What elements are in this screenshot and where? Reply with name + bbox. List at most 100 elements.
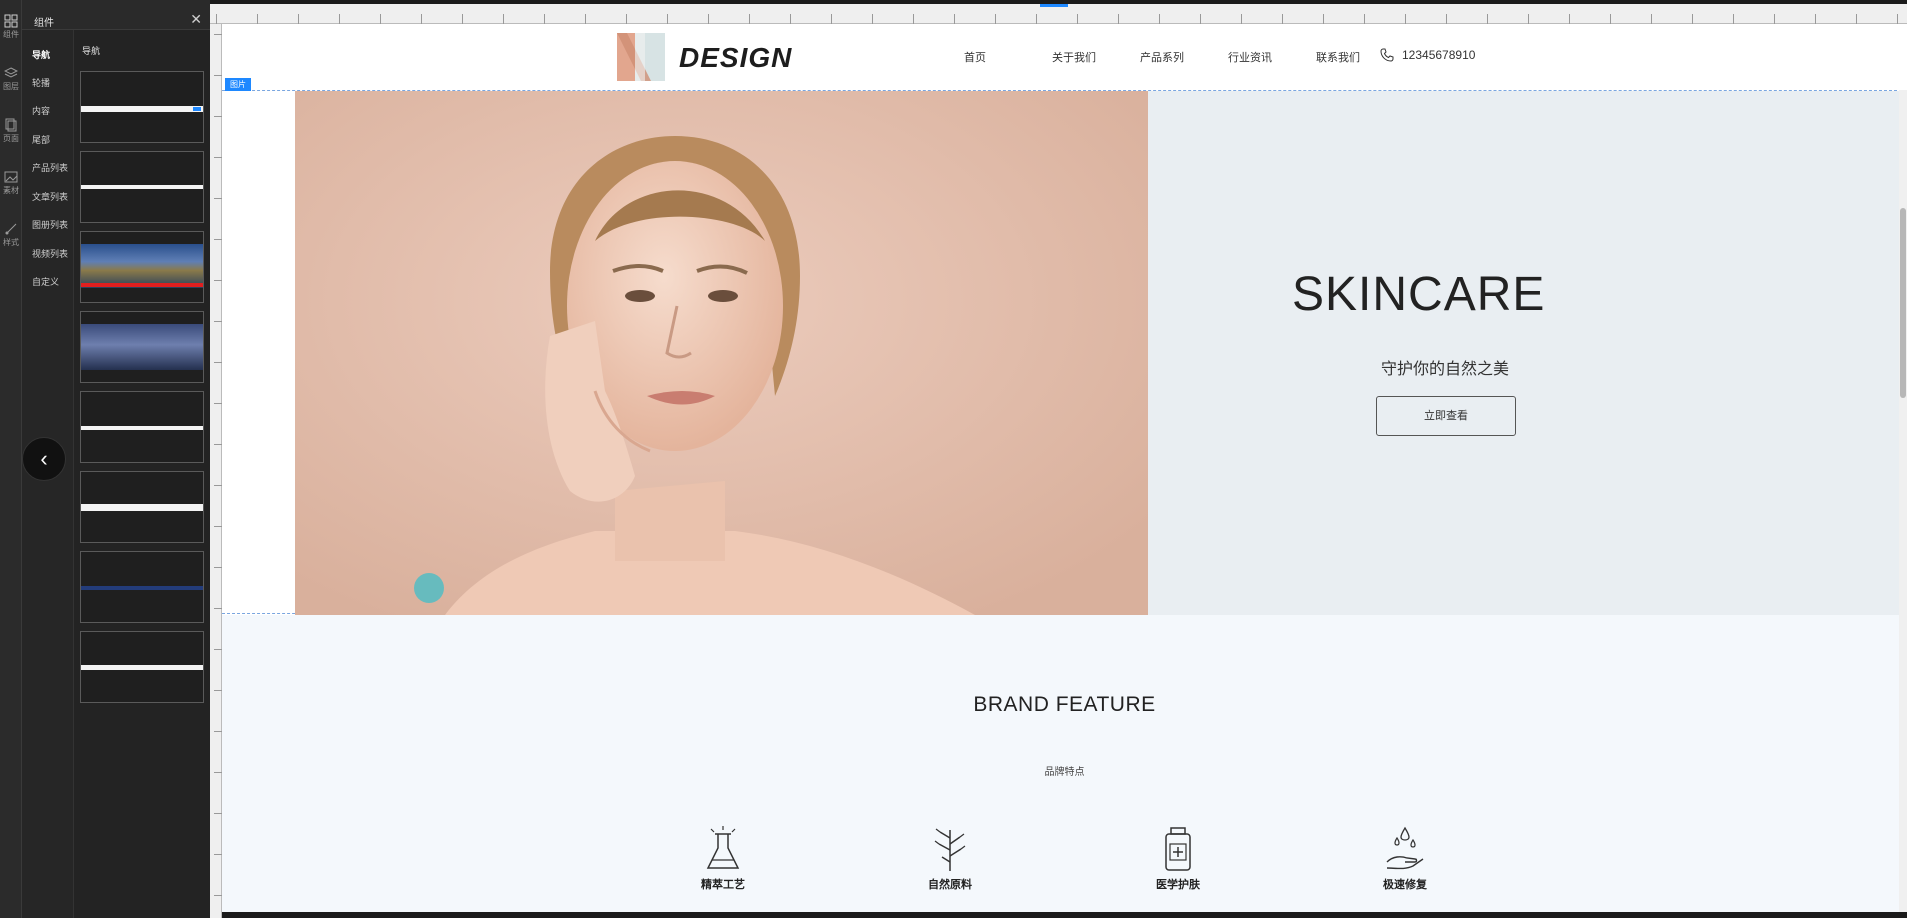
thumbnail-nav-3[interactable] [80, 231, 204, 303]
category-carousel[interactable]: 轮播 [32, 76, 50, 89]
ruler-tick [1364, 14, 1365, 24]
ruler-tick [214, 116, 222, 117]
thumbnail-nav-4[interactable] [80, 311, 204, 383]
medicine-bottle-icon [1165, 827, 1191, 871]
rail-label: 样式 [3, 238, 19, 247]
rail-label: 素材 [3, 186, 19, 195]
thumbnail-nav-6[interactable] [80, 471, 204, 543]
hero-model-illustration [295, 91, 1148, 615]
canvas-scrollbar[interactable] [1899, 90, 1907, 912]
ruler-tick [216, 14, 217, 24]
canvas-scrollbar-thumb[interactable] [1900, 208, 1906, 398]
ruler-tick [708, 14, 709, 24]
brand-title[interactable]: BRAND FEATURE [222, 693, 1907, 717]
ruler-tick [995, 14, 996, 24]
feature-item[interactable]: 自然原料 [905, 826, 995, 892]
brand-subtitle[interactable]: 品牌特点 [222, 763, 1907, 778]
category-custom[interactable]: 自定义 [32, 275, 59, 288]
icon-rail: 组件 图层 页面 素材 样式 [0, 0, 22, 918]
ruler-tick [214, 198, 222, 199]
feature-label: 精萃工艺 [701, 879, 745, 891]
logo-mark-icon [617, 33, 665, 81]
ruler-tick [1774, 14, 1775, 24]
ruler-tick [214, 280, 222, 281]
category-content[interactable]: 内容 [32, 104, 50, 117]
ruler-tick [214, 608, 222, 609]
flask-icon [706, 826, 740, 869]
hero-section[interactable]: SKINCARE 守护你的自然之美 立即查看 [222, 90, 1907, 615]
category-footer[interactable]: 尾部 [32, 133, 50, 146]
image-icon [4, 171, 18, 183]
editor-app: 组件 图层 页面 素材 样式 导航 轮播 内容 尾部 产品列表 文章列表 图册列… [0, 0, 1907, 918]
ruler-tick [1036, 14, 1037, 24]
ruler-tick [214, 75, 222, 76]
feature-item[interactable]: 精萃工艺 [678, 826, 768, 892]
nav-item-products[interactable]: 产品系列 [1140, 49, 1228, 65]
site-logo[interactable]: DESIGN [679, 42, 792, 74]
category-video-list[interactable]: 视频列表 [32, 247, 68, 260]
hero-title[interactable]: SKINCARE [1292, 267, 1545, 322]
thumbnail-nav-8[interactable] [80, 631, 204, 703]
ruler-tick [214, 321, 222, 322]
category-article-list[interactable]: 文章列表 [32, 190, 68, 203]
site-nav: 首页 关于我们 产品系列 行业资讯 联系我们 [964, 49, 1404, 65]
rail-label: 图层 [3, 82, 19, 91]
feature-item[interactable]: 医学护肤 [1133, 826, 1223, 892]
rail-item-styles[interactable]: 样式 [0, 222, 22, 248]
ruler-tick [1692, 14, 1693, 24]
ruler-tick [298, 14, 299, 24]
ruler-tick [544, 14, 545, 24]
ruler-tick [214, 772, 222, 773]
ruler-tick [214, 731, 222, 732]
ruler-tick [380, 14, 381, 24]
nav-item-home[interactable]: 首页 [964, 49, 1052, 65]
ruler-position-marker [1040, 4, 1068, 7]
ruler-tick [503, 14, 504, 24]
ruler-tick [790, 14, 791, 24]
category-nav[interactable]: 导航 [32, 48, 50, 61]
design-canvas[interactable]: DESIGN 首页 关于我们 产品系列 行业资讯 联系我们 1234567891… [222, 24, 1907, 912]
ruler-tick [1159, 14, 1160, 24]
cursor-indicator [414, 573, 444, 603]
rail-item-components[interactable]: 组件 [0, 14, 22, 40]
ruler-tick [1118, 14, 1119, 24]
nav-item-news[interactable]: 行业资讯 [1228, 49, 1316, 65]
rail-label: 页面 [3, 134, 19, 143]
view-now-button[interactable]: 立即查看 [1376, 396, 1516, 436]
brand-feature-section[interactable]: BRAND FEATURE 品牌特点 精萃工艺 自然原料 医学护肤 极速修复 [222, 615, 1907, 912]
thumbnail-nav-2[interactable] [80, 151, 204, 223]
hero-subtitle[interactable]: 守护你的自然之美 [1381, 355, 1509, 379]
feature-label: 极速修复 [1383, 879, 1427, 891]
ruler-tick [214, 239, 222, 240]
site-header[interactable]: DESIGN 首页 关于我们 产品系列 行业资讯 联系我们 1234567891… [222, 24, 1907, 90]
ruler-tick [1651, 14, 1652, 24]
thumbnail-nav-1[interactable] [80, 71, 204, 143]
ruler-tick [872, 14, 873, 24]
ruler-tick [214, 567, 222, 568]
close-icon[interactable]: ✕ [190, 12, 202, 26]
phone-icon [1380, 48, 1394, 62]
phone-contact[interactable]: 12345678910 [1380, 48, 1475, 62]
panel-title: 组件 [34, 18, 54, 29]
collapse-panel-button[interactable]: ‹ [22, 437, 66, 481]
section-badge[interactable]: 图片 [225, 78, 251, 91]
ruler-tick [214, 444, 222, 445]
ruler-tick [214, 34, 222, 35]
category-product-list[interactable]: 产品列表 [32, 161, 68, 174]
thumbnail-nav-7[interactable] [80, 551, 204, 623]
ruler-tick [1446, 14, 1447, 24]
rail-item-assets[interactable]: 素材 [0, 170, 22, 196]
rail-item-pages[interactable]: 页面 [0, 118, 22, 144]
ruler-tick [749, 14, 750, 24]
category-gallery-list[interactable]: 图册列表 [32, 218, 68, 231]
thumbnail-nav-5[interactable] [80, 391, 204, 463]
feature-item[interactable]: 极速修复 [1360, 826, 1450, 892]
ruler-tick [1282, 14, 1283, 24]
ruler-tick [1569, 14, 1570, 24]
ruler-tick [1897, 14, 1898, 24]
rail-item-layers[interactable]: 图层 [0, 66, 22, 92]
ruler-tick [1815, 14, 1816, 24]
hand-water-drop-icon [1386, 826, 1424, 870]
ruler-tick [585, 14, 586, 24]
nav-item-about[interactable]: 关于我们 [1052, 49, 1140, 65]
